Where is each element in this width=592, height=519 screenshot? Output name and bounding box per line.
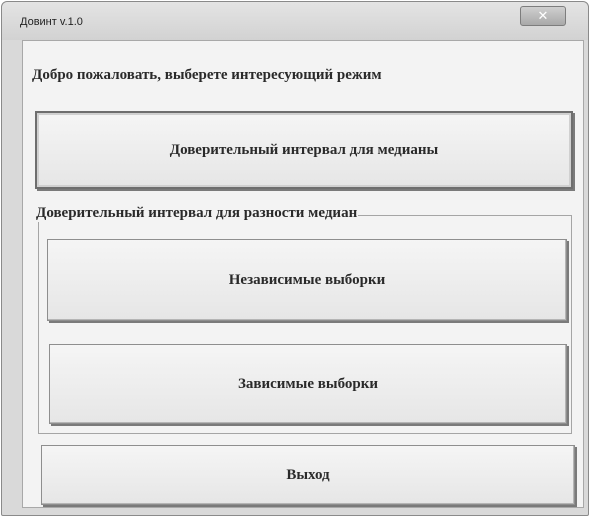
close-icon: ✕	[537, 8, 549, 24]
title-bar[interactable]: Довинт v.1.0 ✕	[2, 2, 588, 40]
welcome-label: Добро пожаловать, выберете интересующий …	[32, 67, 382, 83]
exit-button[interactable]: Выход	[41, 445, 575, 505]
group-title: Доверительный интервал для разности меди…	[35, 205, 359, 222]
independent-samples-button[interactable]: Независимые выборки	[47, 239, 567, 321]
window-title: Довинт v.1.0	[20, 16, 83, 28]
median-interval-button[interactable]: Доверительный интервал для медианы	[35, 111, 573, 189]
client-area: Добро пожаловать, выберете интересующий …	[22, 40, 584, 508]
close-button[interactable]: ✕	[520, 6, 566, 26]
dependent-samples-button[interactable]: Зависимые выборки	[49, 344, 567, 424]
app-window: Довинт v.1.0 ✕ Добро пожаловать, выберет…	[1, 1, 589, 516]
